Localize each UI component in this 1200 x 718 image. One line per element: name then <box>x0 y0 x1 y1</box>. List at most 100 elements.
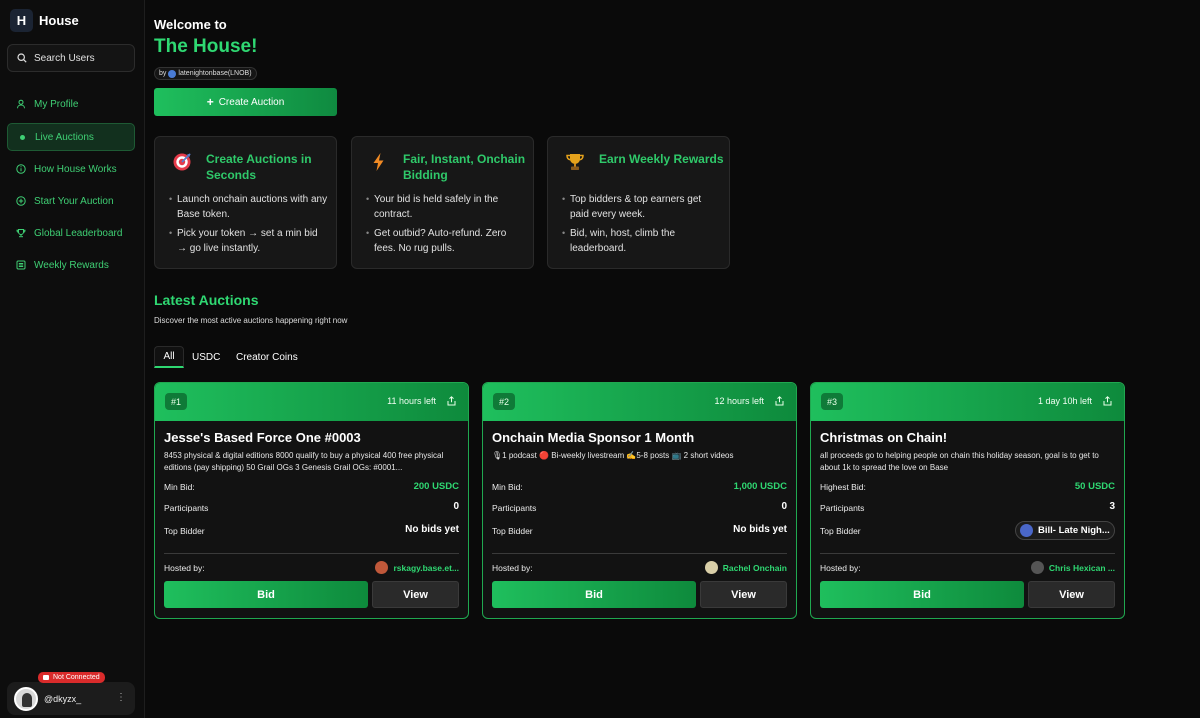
feature-bullet: Pick your token → set a min bid → go liv… <box>169 226 329 256</box>
feature-bullet: Top bidders & top earners get paid every… <box>562 192 722 222</box>
tab-all[interactable]: All <box>154 346 184 368</box>
search-users-button[interactable]: Search Users <box>7 44 135 72</box>
sidebar-item-start-your-auction[interactable]: Start Your Auction <box>7 187 135 215</box>
bid-value: 50 USDC <box>1074 481 1115 492</box>
hosted-by-label: Hosted by: <box>164 563 205 573</box>
host-link[interactable]: rskagy.base.et... <box>375 561 459 574</box>
host-name: Rachel Onchain <box>722 562 787 573</box>
participants-label: Participants <box>492 503 537 513</box>
hosted-by-label: Hosted by: <box>820 563 861 573</box>
participants-value: 0 <box>453 501 459 512</box>
sidebar-item-how-house-works[interactable]: How House Works <box>7 155 135 183</box>
auction-title: Onchain Media Sponsor 1 Month <box>492 430 695 445</box>
rank-badge: #2 <box>493 393 516 410</box>
tab-creator-coins[interactable]: Creator Coins <box>236 346 298 368</box>
auction-title: Christmas on Chain! <box>820 430 948 445</box>
author-avatar <box>168 69 177 78</box>
participants-value: 0 <box>781 501 787 512</box>
top-bidder-value: Bill- Late Nigh... <box>1038 525 1110 536</box>
view-button[interactable]: View <box>372 581 459 608</box>
view-button[interactable]: View <box>1028 581 1115 608</box>
auction-card-header: #3 1 day 10h left <box>811 383 1124 421</box>
app-name: House <box>39 13 79 28</box>
bid-button[interactable]: Bid <box>820 581 1024 608</box>
sidebar-item-label: Start Your Auction <box>34 195 114 207</box>
user-account-card[interactable]: @dkyzx_ ⋮ <box>7 682 135 715</box>
create-auction-button[interactable]: + Create Auction <box>154 88 337 116</box>
sidebar-item-label: How House Works <box>34 163 117 175</box>
host-avatar <box>375 561 389 574</box>
auction-title: Jesse's Based Force One #0003 <box>164 430 361 445</box>
app-logo[interactable]: H House <box>10 9 79 32</box>
time-left: 1 day 10h left <box>1037 396 1092 406</box>
top-bidder-pill[interactable]: Bill- Late Nigh... <box>1015 521 1115 540</box>
sidebar-item-label: Live Auctions <box>35 131 94 143</box>
participants-value: 3 <box>1109 501 1115 512</box>
host-link[interactable]: Rachel Onchain <box>704 561 787 574</box>
feature-title: Earn Weekly Rewards <box>599 152 724 166</box>
bidder-avatar <box>1020 524 1033 537</box>
section-title: Latest Auctions <box>154 292 259 308</box>
participants-label: Participants <box>164 503 209 513</box>
sidebar-item-label: Weekly Rewards <box>34 259 109 271</box>
live-dot-icon <box>17 132 27 142</box>
auction-description: all proceeds go to helping people on cha… <box>820 451 1099 472</box>
author-name: latenightonbase(LNOB) <box>178 70 252 77</box>
more-options-icon[interactable]: ⋮ <box>116 692 126 703</box>
bid-button[interactable]: Bid <box>164 581 368 608</box>
host-name: Chris Hexican ... <box>1048 562 1115 573</box>
bid-label: Min Bid: <box>492 482 523 492</box>
host-name: rskagy.base.et... <box>393 562 459 573</box>
participants-label: Participants <box>820 503 865 513</box>
trophy-icon <box>565 152 585 172</box>
sidebar-item-live-auctions[interactable]: Live Auctions <box>7 123 135 151</box>
feature-bullet: Get outbid? Auto-refund. Zero fees. No r… <box>366 226 526 256</box>
host-avatar <box>1030 561 1044 574</box>
info-icon <box>16 164 26 174</box>
feature-bullet: Bid, win, host, climb the leaderboard. <box>562 226 722 256</box>
target-icon <box>172 152 192 172</box>
time-left: 12 hours left <box>714 396 764 406</box>
auction-card-header: #1 11 hours left <box>155 383 468 421</box>
view-button[interactable]: View <box>700 581 787 608</box>
lightning-icon <box>369 152 389 172</box>
feature-bullet: Launch onchain auctions with any Base to… <box>169 192 329 222</box>
tab-usdc[interactable]: USDC <box>192 346 220 368</box>
share-icon[interactable] <box>447 396 456 406</box>
bid-label: Min Bid: <box>164 482 195 492</box>
sidebar-item-global-leaderboard[interactable]: Global Leaderboard <box>7 219 135 247</box>
top-bidder-value: No bids yet <box>733 524 787 535</box>
user-handle: @dkyzx_ <box>44 693 82 704</box>
feature-card-bidding: Fair, Instant, Onchain Bidding Your bid … <box>351 136 534 269</box>
auction-card: #1 11 hours left Jesse's Based Force One… <box>154 382 469 619</box>
rank-badge: #3 <box>821 393 844 410</box>
by-prefix: by <box>159 70 167 77</box>
wallet-icon <box>43 675 49 680</box>
host-link[interactable]: Chris Hexican ... <box>1030 561 1115 574</box>
auction-card-header: #2 12 hours left <box>483 383 796 421</box>
avatar <box>14 686 38 711</box>
feature-card-create: Create Auctions in Seconds Launch onchai… <box>154 136 337 269</box>
feature-card-rewards: Earn Weekly Rewards Top bidders & top ea… <box>547 136 730 269</box>
section-subtitle: Discover the most active auctions happen… <box>154 316 348 325</box>
auction-description: 8453 physical & digital editions 8000 qu… <box>164 451 444 472</box>
top-bidder-label: Top Bidder <box>492 526 533 536</box>
bid-button[interactable]: Bid <box>492 581 696 608</box>
welcome-heading: Welcome to <box>154 17 227 32</box>
connection-status-badge: Not Connected <box>38 672 105 683</box>
status-text: Not Connected <box>53 674 100 681</box>
sidebar-item-weekly-rewards[interactable]: Weekly Rewards <box>7 251 135 279</box>
share-icon[interactable] <box>1103 396 1112 406</box>
sidebar-item-label: Global Leaderboard <box>34 227 123 239</box>
bid-label: Highest Bid: <box>820 482 866 492</box>
author-byline[interactable]: by latenightonbase(LNOB) <box>154 67 257 80</box>
feature-title: Fair, Instant, Onchain Bidding <box>403 152 526 182</box>
divider <box>820 553 1115 554</box>
bid-value: 1,000 USDC <box>733 481 787 492</box>
host-avatar <box>704 561 718 574</box>
sidebar-item-my-profile[interactable]: My Profile <box>7 90 135 118</box>
divider <box>492 553 787 554</box>
share-icon[interactable] <box>775 396 784 406</box>
auction-description: 🎙1 podcast 🔴 Bi-weekly livestream ✍️5-8 … <box>492 451 734 460</box>
rank-badge: #1 <box>165 393 188 410</box>
